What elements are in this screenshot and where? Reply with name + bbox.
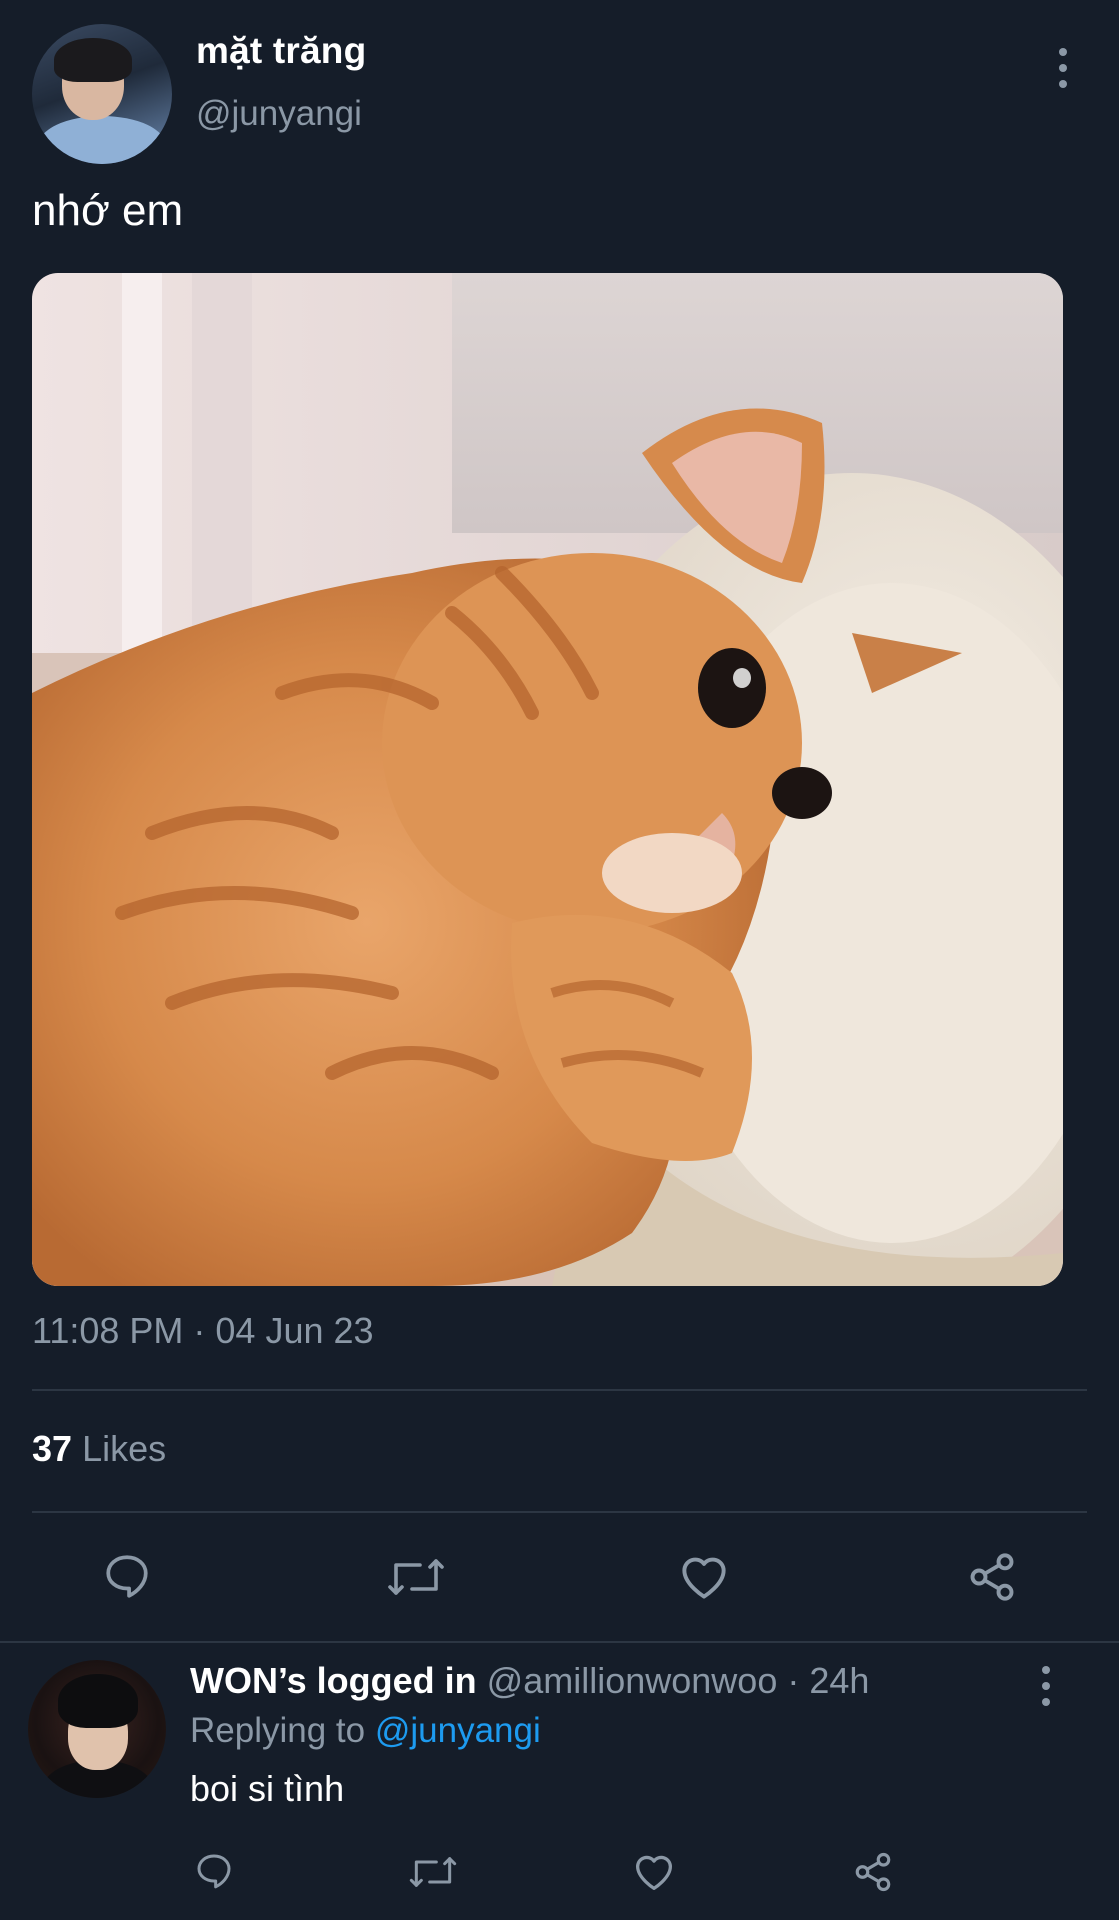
likes-count[interactable]: 37 Likes bbox=[32, 1428, 166, 1470]
avatar-hair bbox=[54, 38, 132, 82]
avatar-shirt bbox=[38, 116, 166, 164]
reply-icon[interactable] bbox=[193, 1851, 235, 1896]
reply-text: boi si tình bbox=[190, 1768, 345, 1809]
divider bbox=[32, 1511, 1087, 1513]
replying-to-label: Replying to bbox=[190, 1711, 366, 1750]
share-icon[interactable] bbox=[852, 1851, 894, 1898]
more-options-icon[interactable] bbox=[1058, 48, 1068, 88]
divider bbox=[32, 1389, 1087, 1391]
reply-time: 24h bbox=[809, 1660, 870, 1701]
author-avatar[interactable] bbox=[32, 24, 172, 164]
avatar-hair bbox=[58, 1674, 138, 1728]
reply-author-handle[interactable]: @amillionwonwoo bbox=[487, 1660, 778, 1701]
retweet-icon[interactable] bbox=[386, 1553, 446, 1601]
reply-author-avatar[interactable] bbox=[28, 1660, 166, 1798]
author-display-name[interactable]: mặt trăng bbox=[196, 30, 366, 72]
reply-separator: · bbox=[777, 1660, 810, 1701]
reply-author-name[interactable]: WON’s logged in bbox=[190, 1660, 477, 1701]
reply-more-options-icon[interactable] bbox=[1041, 1666, 1051, 1706]
section-separator bbox=[0, 1641, 1119, 1643]
replying-to-handle[interactable]: @junyangi bbox=[375, 1711, 541, 1750]
like-icon[interactable] bbox=[677, 1553, 731, 1601]
author-handle[interactable]: @junyangi bbox=[196, 94, 362, 134]
cat-photo bbox=[32, 273, 1063, 1286]
likes-number: 37 bbox=[32, 1428, 73, 1469]
retweet-icon[interactable] bbox=[408, 1852, 458, 1897]
tweet-media-image[interactable] bbox=[32, 273, 1063, 1286]
replying-to: Replying to @junyangi bbox=[190, 1711, 541, 1751]
tweet-text: nhớ em bbox=[32, 186, 184, 235]
reply-header: WON’s logged in @amillionwonwoo · 24h bbox=[190, 1660, 869, 1702]
like-icon[interactable] bbox=[632, 1852, 676, 1897]
reply-icon[interactable] bbox=[101, 1551, 153, 1601]
share-icon[interactable] bbox=[966, 1551, 1018, 1603]
tweet-timestamp: 11:08 PM · 04 Jun 23 bbox=[32, 1310, 374, 1351]
likes-label: Likes bbox=[82, 1428, 167, 1469]
